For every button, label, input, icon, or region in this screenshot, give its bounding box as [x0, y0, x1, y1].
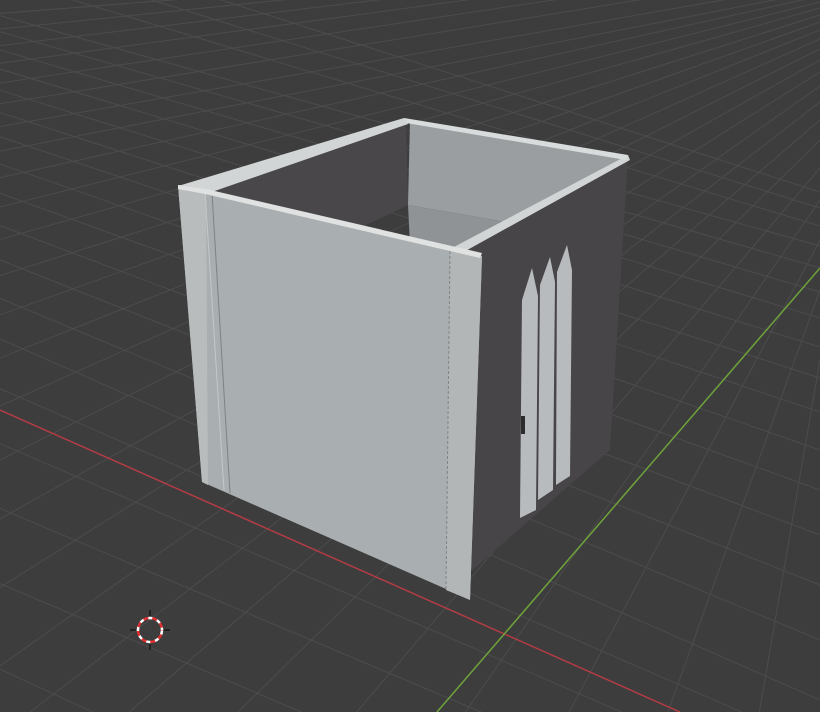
window-right: [556, 245, 572, 485]
room-box-object[interactable]: [178, 118, 630, 600]
3d-cursor-icon[interactable]: [130, 610, 170, 650]
viewport-canvas[interactable]: [0, 0, 820, 712]
3d-viewport[interactable]: [0, 0, 820, 712]
front-wall-left-edge: [178, 185, 208, 485]
gothic-windows: [520, 245, 572, 518]
window-left: [520, 268, 538, 518]
window-latch: [521, 416, 525, 434]
window-middle: [538, 257, 555, 500]
